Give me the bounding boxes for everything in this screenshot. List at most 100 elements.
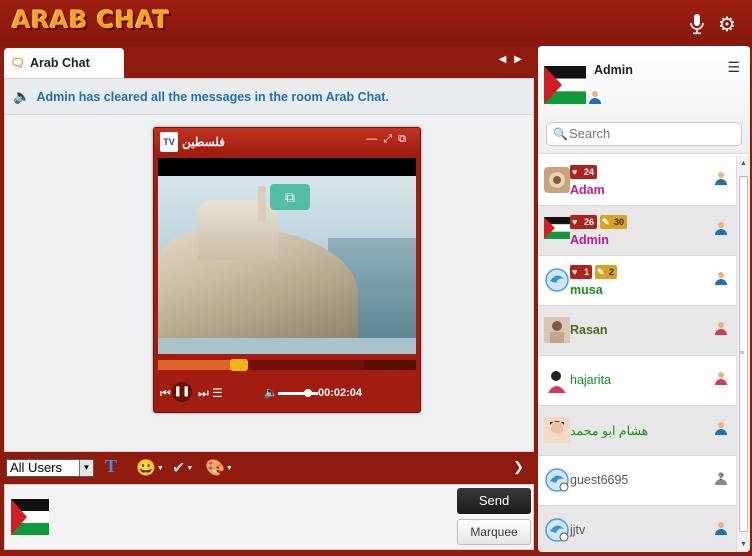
guest-user-icon: ? bbox=[714, 471, 728, 488]
user-status-icon bbox=[588, 90, 602, 107]
svg-text:?: ? bbox=[719, 473, 724, 483]
avatar bbox=[544, 167, 570, 193]
search-icon: 🔍 bbox=[553, 127, 568, 141]
user-name: Admin bbox=[570, 233, 609, 247]
scroll-down-icon[interactable]: ▼ bbox=[740, 541, 747, 548]
tab-label: Arab Chat bbox=[30, 56, 90, 70]
search-placeholder: Search bbox=[569, 126, 611, 141]
playlist-icon[interactable]: ☰ bbox=[212, 386, 223, 400]
scroll-up-icon[interactable]: ▲ bbox=[740, 160, 747, 167]
expand-arrow-icon[interactable]: ❯ bbox=[513, 459, 524, 475]
player-header: TV فلسطين —⤢⧉ bbox=[154, 128, 420, 156]
marquee-button[interactable]: Marquee bbox=[457, 519, 531, 545]
search-input[interactable]: 🔍 Search bbox=[546, 122, 742, 146]
avatar bbox=[544, 267, 570, 293]
video-progress-bar[interactable] bbox=[158, 359, 416, 371]
top-bar: ARAB CHAT ⚙ bbox=[0, 0, 752, 46]
avatar bbox=[544, 417, 570, 443]
chat-messages-area: 🔈 Admin has cleared all the messages in … bbox=[4, 78, 534, 452]
pause-icon[interactable]: ❚❚ bbox=[172, 382, 192, 402]
user-badges: 12 bbox=[570, 265, 618, 279]
user-name: jjtv bbox=[570, 523, 586, 537]
message-toolbar: All Users ▼ T 😀▼ ✔▼ 🎨▼ ❯ bbox=[0, 454, 536, 482]
user-list-item[interactable]: jjtv bbox=[538, 506, 736, 552]
user-badges: 24 bbox=[570, 165, 598, 179]
user-name: Adam bbox=[570, 183, 605, 197]
checkmark-icon: ✔ bbox=[172, 460, 186, 477]
list-menu-icon[interactable]: ☰ bbox=[727, 59, 740, 76]
user-badges: 2630 bbox=[570, 215, 628, 229]
microphone-icon[interactable] bbox=[686, 12, 708, 36]
current-user-name[interactable]: Admin bbox=[594, 63, 633, 77]
male-user-icon bbox=[714, 221, 728, 238]
female-user-icon bbox=[714, 321, 728, 338]
likes-badge: 24 bbox=[570, 165, 598, 179]
posts-badge: 2 bbox=[595, 265, 618, 279]
progress-handle[interactable] bbox=[229, 359, 248, 371]
user-list-item[interactable]: 24 Adam bbox=[538, 156, 736, 206]
video-player[interactable]: TV فلسطين —⤢⧉ ⧉ ⏮ ❚❚ ⏭ ☰ 🔈 00:02:04 bbox=[153, 127, 421, 413]
emoji-button[interactable]: 😀▼ bbox=[136, 458, 164, 478]
palette-icon: 🎨 bbox=[205, 460, 225, 477]
chevron-down-icon[interactable]: ▼ bbox=[79, 460, 93, 476]
user-list-item[interactable]: هشام ابو محمد bbox=[538, 406, 736, 456]
text-format-button[interactable]: T bbox=[105, 456, 117, 476]
app-logo: ARAB CHAT bbox=[12, 6, 170, 34]
user-name: guest6695 bbox=[570, 473, 629, 487]
player-controls: ⏮ ❚❚ ⏭ ☰ 🔈 00:02:04 bbox=[154, 378, 420, 410]
user-list-item[interactable]: 12 musa bbox=[538, 256, 736, 306]
room-tab-bar: 🗨 Arab Chat ◀▶ bbox=[0, 46, 536, 78]
user-name: هشام ابو محمد bbox=[570, 424, 649, 438]
recipient-select-value: All Users bbox=[10, 460, 63, 475]
male-user-icon bbox=[714, 271, 728, 288]
posts-badge: 30 bbox=[600, 215, 628, 229]
player-window-controls[interactable]: —⤢⧉ bbox=[366, 133, 412, 146]
user-list-item[interactable]: Rasan bbox=[538, 306, 736, 356]
notice-text: Admin has cleared all the messages in th… bbox=[36, 89, 389, 104]
previous-icon[interactable]: ⏮ bbox=[160, 386, 171, 401]
avatar bbox=[544, 217, 570, 243]
chat-bubble-icon: 🗨 bbox=[10, 56, 26, 70]
smiley-icon: 😀 bbox=[136, 460, 156, 477]
user-list: 24 Adam 2630 Admin 12 musa Rasan hajarita هشام ا… bbox=[538, 156, 736, 552]
user-name: Rasan bbox=[570, 323, 608, 337]
send-button[interactable]: Send bbox=[457, 488, 531, 514]
male-user-icon bbox=[714, 421, 728, 438]
male-user-icon bbox=[714, 171, 728, 188]
volume-slider[interactable] bbox=[278, 389, 318, 397]
avatar bbox=[544, 467, 570, 493]
volume-icon[interactable]: 🔈 bbox=[264, 386, 278, 399]
video-frame[interactable]: ⧉ bbox=[158, 158, 416, 354]
avatar bbox=[544, 317, 570, 343]
user-list-item[interactable]: hajarita bbox=[538, 356, 736, 406]
user-list-item[interactable]: guest6695? bbox=[538, 456, 736, 506]
users-panel: Admin ☰ 🔍 Search 24 Adam 2630 Admin 12 musa Ra… bbox=[538, 46, 750, 552]
channel-logo: TV bbox=[160, 132, 178, 152]
tab-arab-chat[interactable]: 🗨 Arab Chat bbox=[4, 48, 124, 78]
playback-time: 00:02:04 bbox=[318, 387, 363, 399]
user-list-item[interactable]: 2630 Admin bbox=[538, 206, 736, 256]
likes-badge: 26 bbox=[570, 215, 598, 229]
player-title: فلسطين bbox=[182, 135, 226, 149]
user-name: hajarita bbox=[570, 373, 611, 387]
avatar bbox=[544, 367, 570, 393]
tab-scroll-arrows[interactable]: ◀▶ bbox=[499, 54, 530, 65]
recipient-select[interactable]: All Users ▼ bbox=[6, 459, 94, 477]
message-input-area[interactable]: Send Marquee bbox=[4, 484, 534, 550]
current-user-header: Admin ☰ 🔍 Search bbox=[538, 46, 750, 154]
speaker-icon: 🔈 bbox=[13, 88, 31, 104]
likes-badge: 1 bbox=[570, 265, 593, 279]
avatar bbox=[544, 517, 570, 543]
system-notice: 🔈 Admin has cleared all the messages in … bbox=[5, 79, 533, 115]
gear-icon[interactable]: ⚙ bbox=[716, 12, 738, 36]
male-user-icon bbox=[714, 521, 728, 538]
user-list-scrollbar[interactable]: ▲ ≡ ▼ bbox=[736, 156, 750, 552]
color-button[interactable]: 🎨▼ bbox=[205, 458, 233, 478]
palestine-flag-icon bbox=[544, 66, 586, 107]
next-icon[interactable]: ⏭ bbox=[198, 386, 209, 401]
effects-button[interactable]: ✔▼ bbox=[172, 458, 193, 478]
female-user-icon bbox=[714, 371, 728, 388]
copy-icon[interactable]: ⧉ bbox=[270, 184, 310, 210]
palestine-flag-icon bbox=[11, 499, 49, 538]
user-name: musa bbox=[570, 283, 603, 297]
